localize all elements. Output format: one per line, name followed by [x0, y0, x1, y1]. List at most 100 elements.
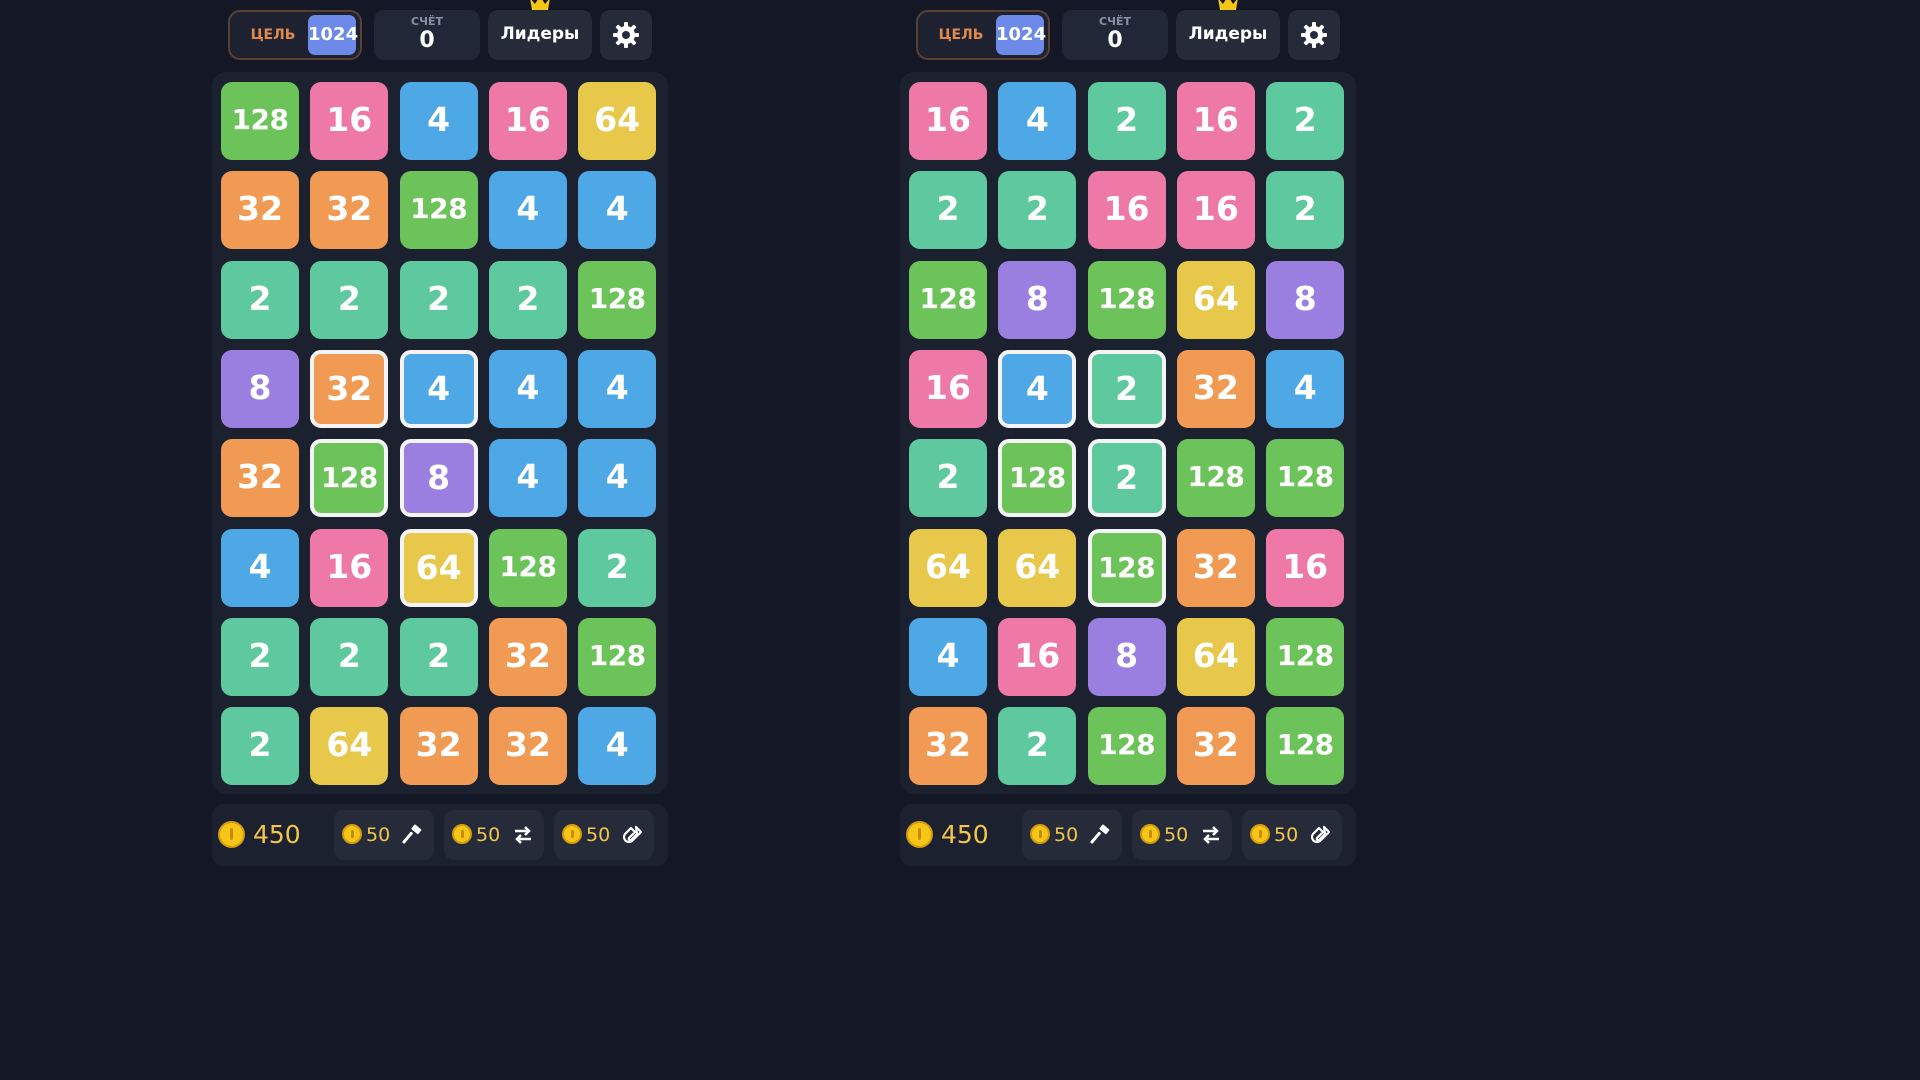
tile[interactable]: 2 [1266, 82, 1345, 160]
tile[interactable]: 2 [1087, 82, 1166, 160]
tile[interactable]: 8 [221, 349, 299, 428]
tile[interactable]: 128 [909, 260, 987, 339]
tile[interactable]: 2 [310, 617, 389, 696]
tile[interactable]: 128 [1266, 617, 1345, 696]
tile[interactable]: 4 [488, 439, 567, 518]
tile[interactable]: 2 [399, 617, 478, 696]
tile[interactable]: 128 [1087, 528, 1166, 607]
tile[interactable]: 4 [578, 439, 657, 518]
tile[interactable]: 2 [221, 707, 299, 786]
tile[interactable]: 32 [1176, 349, 1255, 428]
tile[interactable]: 4 [578, 349, 657, 428]
tile[interactable]: 128 [221, 82, 299, 160]
goal-box: ЦЕЛЬ 1024 [916, 10, 1050, 60]
booster-cost: 50 [1054, 824, 1079, 846]
tile[interactable]: 16 [1266, 528, 1345, 607]
tile[interactable]: 4 [399, 82, 478, 160]
settings-button[interactable] [1288, 10, 1340, 60]
tile[interactable]: 16 [1087, 171, 1166, 250]
tile[interactable]: 2 [221, 617, 299, 696]
tile[interactable]: 4 [488, 171, 567, 250]
tile[interactable]: 64 [399, 528, 478, 607]
coin-icon [562, 824, 582, 844]
tile[interactable]: 2 [909, 171, 987, 250]
tile[interactable]: 4 [1266, 349, 1345, 428]
tile[interactable]: 128 [578, 260, 657, 339]
swap-booster-button[interactable]: 50 [1132, 810, 1232, 860]
goal-value: 1024 [308, 15, 358, 55]
tile[interactable]: 64 [1176, 260, 1255, 339]
coin-icon [452, 824, 472, 844]
tile[interactable]: 2 [909, 439, 987, 518]
tile[interactable]: 32 [310, 171, 389, 250]
tile[interactable]: 16 [310, 82, 389, 160]
leaders-button[interactable]: Лидеры [488, 10, 592, 60]
tile[interactable]: 2 [998, 707, 1077, 786]
tile[interactable]: 128 [1266, 439, 1345, 518]
gear-icon [613, 22, 639, 48]
tile[interactable]: 8 [399, 439, 478, 518]
tile[interactable]: 16 [998, 617, 1077, 696]
tile[interactable]: 32 [1176, 528, 1255, 607]
tile[interactable]: 32 [909, 707, 987, 786]
tile[interactable]: 16 [909, 82, 987, 160]
tile[interactable]: 4 [998, 349, 1077, 428]
tile[interactable]: 2 [399, 260, 478, 339]
tile[interactable]: 4 [399, 349, 478, 428]
tile[interactable]: 8 [1266, 260, 1345, 339]
tile[interactable]: 2 [998, 171, 1077, 250]
tile[interactable]: 4 [578, 171, 657, 250]
hammer-booster-button[interactable]: 50 [334, 810, 434, 860]
tile[interactable]: 128 [1087, 260, 1166, 339]
tile[interactable]: 8 [998, 260, 1077, 339]
tile[interactable]: 64 [310, 707, 389, 786]
score-value: 0 [419, 28, 435, 53]
tile[interactable]: 16 [1176, 82, 1255, 160]
tile[interactable]: 32 [221, 171, 299, 250]
tile[interactable]: 4 [488, 349, 567, 428]
goal-box: ЦЕЛЬ 1024 [228, 10, 362, 60]
tile[interactable]: 32 [488, 617, 567, 696]
tile[interactable]: 16 [1176, 171, 1255, 250]
coin-balance: 450 [218, 816, 301, 854]
tile[interactable]: 64 [578, 82, 657, 160]
tile[interactable]: 32 [399, 707, 478, 786]
tile[interactable]: 16 [488, 82, 567, 160]
tile[interactable]: 4 [578, 707, 657, 786]
tile[interactable]: 4 [221, 528, 299, 607]
tile[interactable]: 32 [221, 439, 299, 518]
tile[interactable]: 4 [998, 82, 1077, 160]
magnet-booster-button[interactable]: 50 [1242, 810, 1342, 860]
tile[interactable]: 64 [909, 528, 987, 607]
magnet-booster-button[interactable]: 50 [554, 810, 654, 860]
tile[interactable]: 128 [1266, 707, 1345, 786]
tile[interactable]: 64 [1176, 617, 1255, 696]
tile[interactable]: 2 [221, 260, 299, 339]
tile[interactable]: 8 [1087, 617, 1166, 696]
tile[interactable]: 128 [310, 439, 389, 518]
tile[interactable]: 128 [488, 528, 567, 607]
tile[interactable]: 4 [909, 617, 987, 696]
leaders-button[interactable]: Лидеры [1176, 10, 1280, 60]
tile[interactable]: 128 [1087, 707, 1166, 786]
hammer-booster-button[interactable]: 50 [1022, 810, 1122, 860]
header: ЦЕЛЬ 1024 СЧЁТ 0 Лидеры [898, 0, 1358, 62]
tile[interactable]: 16 [909, 349, 987, 428]
tile[interactable]: 32 [488, 707, 567, 786]
tile[interactable]: 2 [1087, 439, 1166, 518]
tile[interactable]: 128 [998, 439, 1077, 518]
tile[interactable]: 32 [1176, 707, 1255, 786]
tile[interactable]: 2 [488, 260, 567, 339]
tile[interactable]: 32 [310, 349, 389, 428]
tile[interactable]: 16 [310, 528, 389, 607]
tile[interactable]: 128 [578, 617, 657, 696]
tile[interactable]: 2 [310, 260, 389, 339]
swap-booster-button[interactable]: 50 [444, 810, 544, 860]
tile[interactable]: 128 [1176, 439, 1255, 518]
tile[interactable]: 2 [1087, 349, 1166, 428]
settings-button[interactable] [600, 10, 652, 60]
tile[interactable]: 2 [578, 528, 657, 607]
tile[interactable]: 64 [998, 528, 1077, 607]
tile[interactable]: 128 [399, 171, 478, 250]
tile[interactable]: 2 [1266, 171, 1345, 250]
